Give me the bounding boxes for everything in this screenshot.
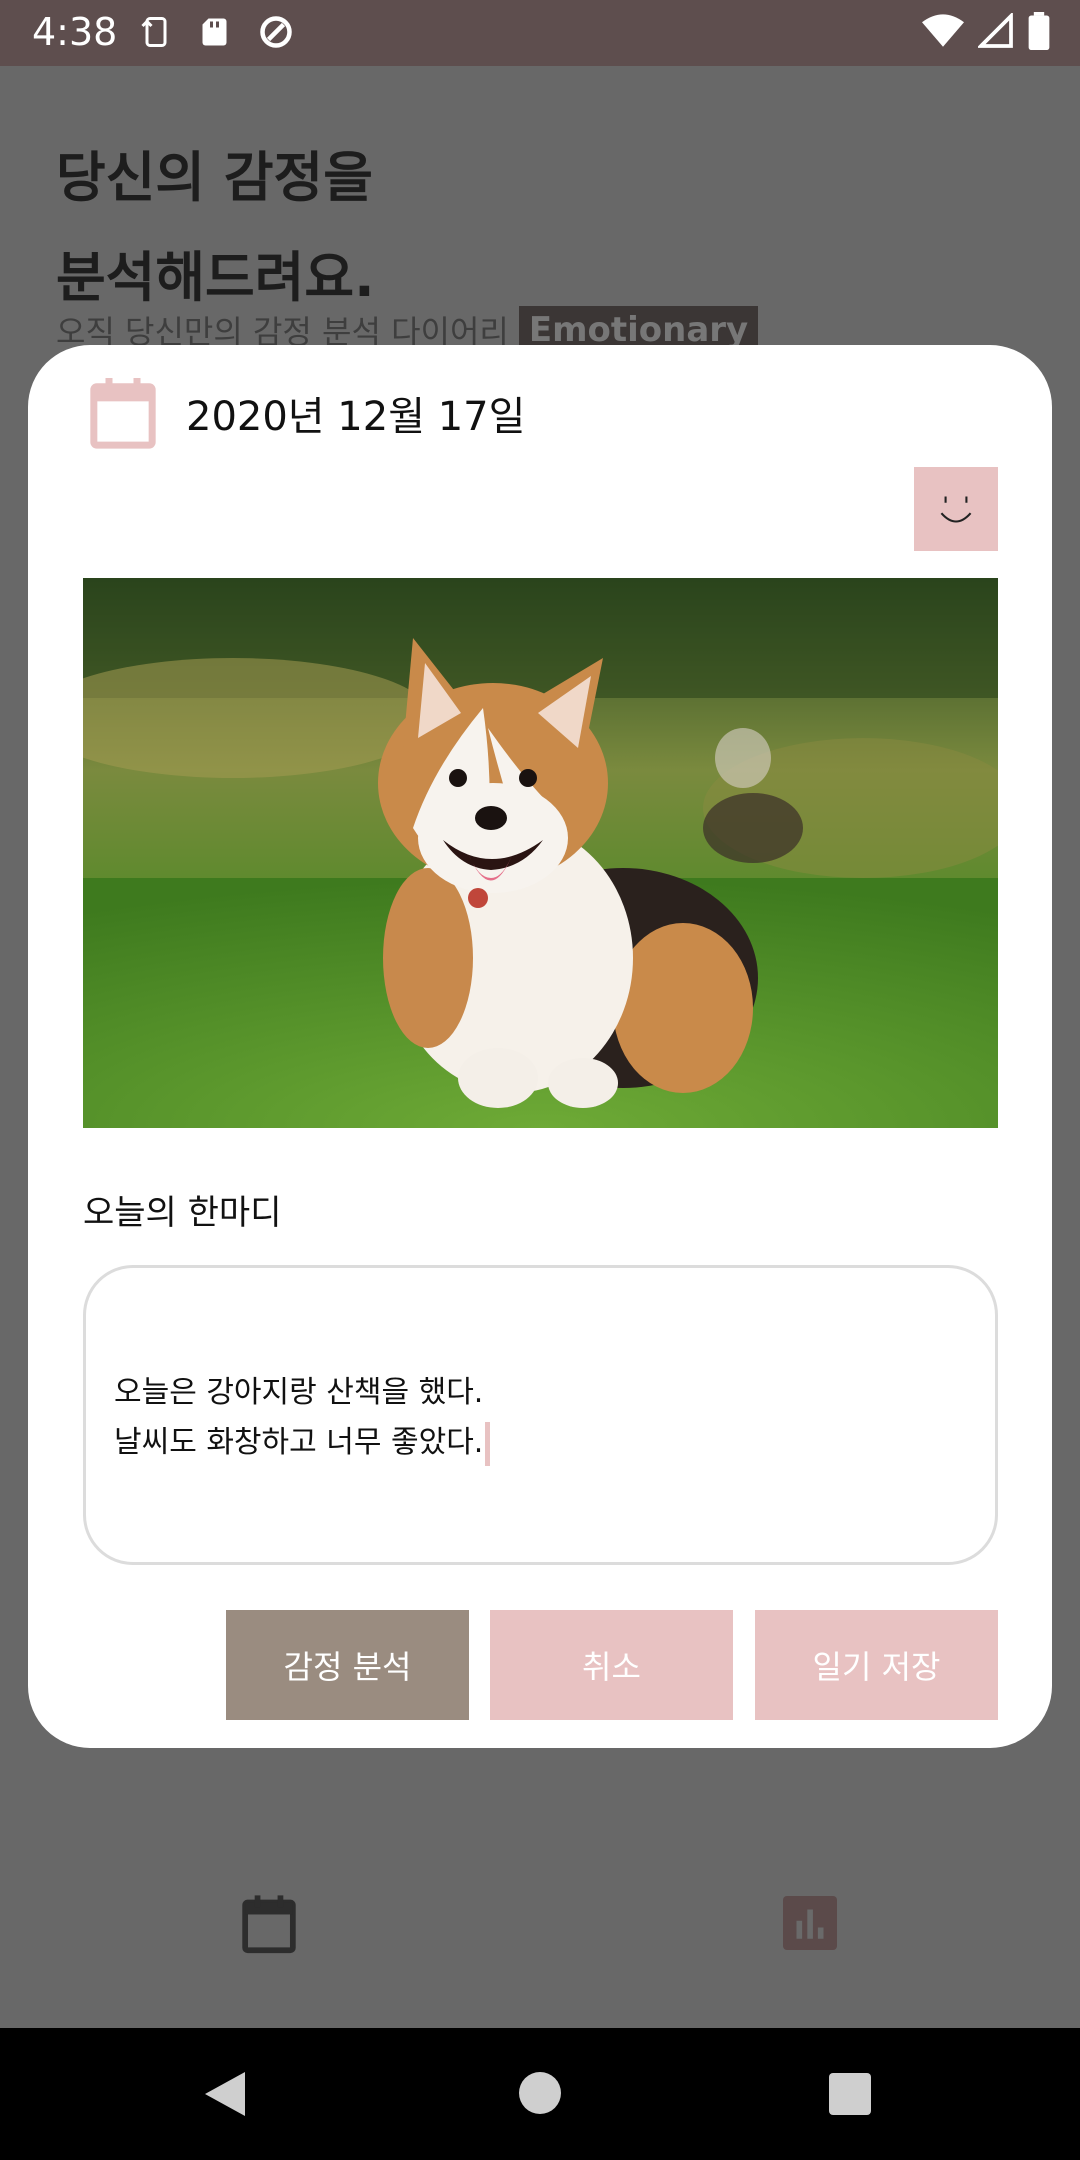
text-cursor xyxy=(485,1421,491,1466)
diary-dialog: 2020년 12월 17일 오늘의 한마디 오늘은 강아지랑 산책을 했다. 날… xyxy=(28,345,1052,1748)
status-bar: 4:38 xyxy=(0,0,1080,66)
analyze-emotion-button[interactable]: 감정 분석 xyxy=(226,1610,469,1720)
home-icon[interactable] xyxy=(519,2072,561,2114)
back-icon[interactable] xyxy=(205,2072,245,2116)
save-diary-button[interactable]: 일기 저장 xyxy=(755,1610,998,1720)
bottom-navigation xyxy=(0,1838,1080,2028)
diary-date[interactable]: 2020년 12월 17일 xyxy=(186,384,525,442)
system-navigation-bar xyxy=(0,2028,1080,2160)
recents-icon[interactable] xyxy=(829,2073,871,2115)
headline: 당신의 감정을 분석해드려요. xyxy=(56,128,375,328)
section-label: 오늘의 한마디 xyxy=(83,1193,282,1233)
calendar-icon[interactable] xyxy=(88,375,158,451)
smiley-face-icon xyxy=(940,496,972,523)
corgi-photo[interactable] xyxy=(83,578,998,1128)
rotate-icon xyxy=(141,17,167,47)
clock: 4:38 xyxy=(32,10,118,54)
date-row: 2020년 12월 17일 xyxy=(88,375,525,451)
cancel-button[interactable]: 취소 xyxy=(490,1610,733,1720)
headline-line-1: 당신의 감정을 xyxy=(56,146,373,209)
diary-line-1: 오늘은 강아지랑 산책을 했다. xyxy=(114,1375,484,1410)
bar-chart-icon[interactable] xyxy=(783,1896,837,1950)
diary-text[interactable]: 오늘은 강아지랑 산책을 했다. 날씨도 화창하고 너무 좋았다. xyxy=(114,1368,491,1468)
battery-icon xyxy=(1028,12,1050,50)
calendar-icon[interactable] xyxy=(240,1893,298,1955)
emotion-button[interactable] xyxy=(914,467,998,551)
sd-card-icon xyxy=(202,18,227,46)
diary-line-2: 날씨도 화창하고 너무 좋았다. xyxy=(114,1425,484,1460)
signal-icon xyxy=(978,13,1013,48)
data-saver-icon xyxy=(260,16,292,48)
diary-text-field[interactable]: 오늘은 강아지랑 산책을 했다. 날씨도 화창하고 너무 좋았다. xyxy=(83,1265,998,1565)
wifi-icon xyxy=(922,14,964,47)
